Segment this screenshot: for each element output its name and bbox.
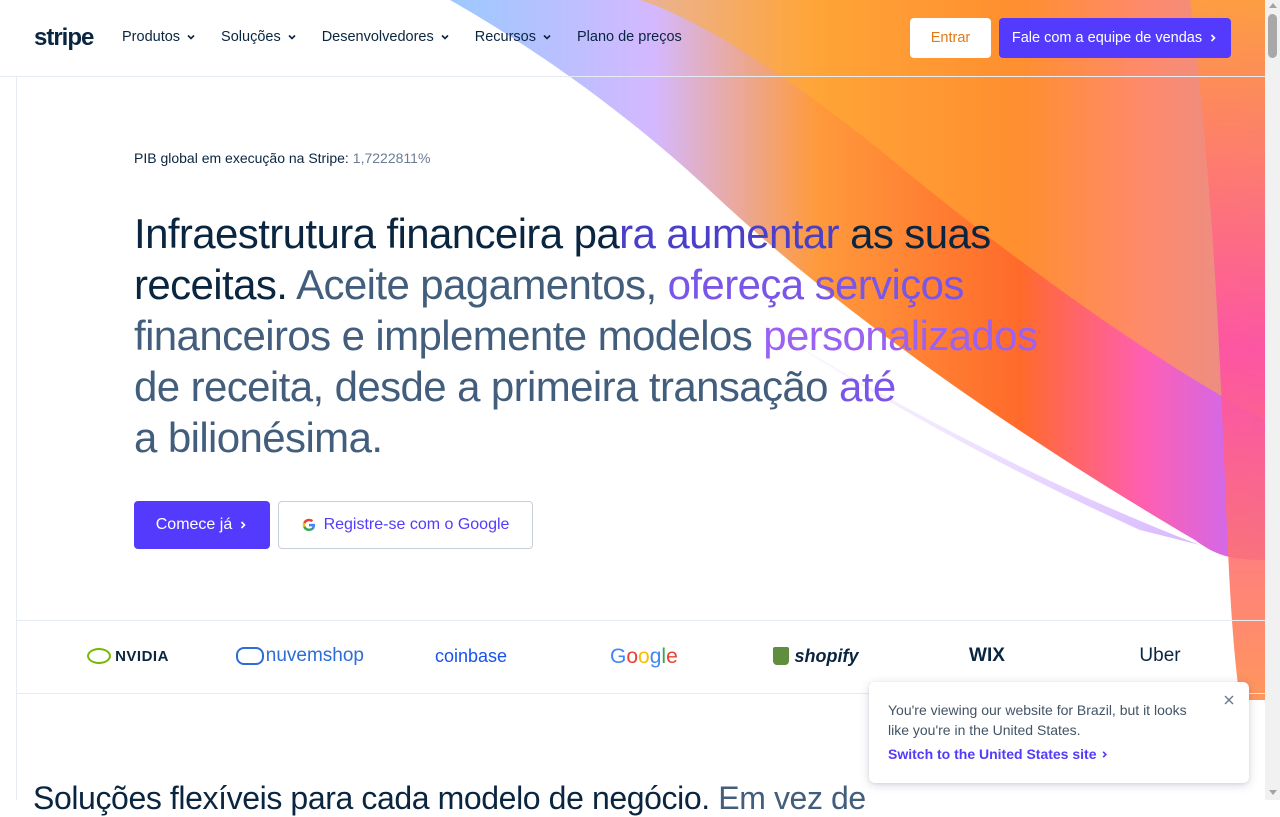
contact-sales-button-label: Fale com a equipe de vendas (1011, 30, 1203, 46)
get-started-button[interactable]: Comece já (134, 501, 270, 549)
headline-line2-c: ofereça serviços (667, 261, 965, 308)
google-logo: Google (610, 642, 678, 670)
wix-logo-text: WIX (969, 645, 1005, 666)
nav-solucoes-label: Soluções (221, 29, 281, 45)
nvidia-logo-text: NVIDIA (115, 647, 169, 665)
google-wordmark: Google (610, 645, 678, 668)
main-nav: Produtos Soluções Desenvolvedores Recurs… (122, 29, 707, 45)
headline-line4-a: de receita, desde a primeira transação (134, 363, 839, 410)
locale-popup: You're viewing our website for Brazil, b… (869, 682, 1249, 783)
headline-line4-b: até (839, 363, 896, 410)
headline-line2-a: receitas. (134, 261, 297, 308)
nav-produtos-label: Produtos (122, 29, 181, 45)
switch-site-link[interactable]: Switch to the United States site (888, 746, 1109, 762)
nav-desenvolvedores-label: Desenvolvedores (321, 29, 434, 45)
headline-line3-b: personalizados (763, 312, 1038, 359)
locale-popup-message: You're viewing our website for Brazil, b… (888, 702, 1187, 738)
uber-logo: Uber (1137, 642, 1183, 670)
scroll-down-arrow-icon[interactable] (1269, 790, 1277, 795)
nav-desenvolvedores[interactable]: Desenvolvedores (322, 29, 450, 45)
chevron-right-icon (1211, 34, 1216, 42)
close-icon[interactable] (1221, 692, 1237, 708)
nuvemshop-cloud-icon (236, 647, 264, 665)
nav-plano-de-precos[interactable]: Plano de preços (577, 29, 682, 45)
scroll-up-arrow-icon[interactable] (1269, 3, 1277, 8)
chevron-down-icon (441, 34, 449, 40)
chevron-down-icon (288, 34, 296, 40)
google-signup-button[interactable]: Registre-se com o Google (278, 501, 533, 549)
google-g-icon (302, 518, 315, 531)
headline-line1-c: as suas (850, 210, 991, 257)
contact-sales-button[interactable]: Fale com a equipe de vendas (999, 18, 1231, 58)
signin-button[interactable]: Entrar (910, 18, 991, 58)
nav-solucoes[interactable]: Soluções (221, 29, 297, 45)
shopify-logo: shopify (773, 642, 859, 670)
nvidia-eye-icon (87, 648, 112, 664)
gdp-unit: % (417, 150, 431, 166)
stripe-logo[interactable]: stripe (34, 24, 94, 52)
chevron-down-icon (187, 34, 195, 40)
scrollbar-thumb[interactable] (1268, 14, 1277, 58)
section-heading-dark: Soluções flexíveis para cada modelo de n… (33, 780, 710, 816)
wix-logo: WIX (969, 642, 1005, 670)
switch-site-link-label: Switch to the United States site (888, 746, 1097, 762)
headline-line2-b: Aceite pagamentos, (296, 261, 668, 308)
nvidia-logo: NVIDIA (86, 642, 170, 670)
header-divider (0, 76, 1265, 77)
headline-line1-b: ra aumentar (619, 210, 851, 257)
section-heading: Soluções flexíveis para cada modelo de n… (33, 780, 866, 817)
gdp-counter: PIB global em execução na Stripe: 1,72228… (134, 150, 430, 166)
page-scrollbar[interactable] (1265, 0, 1280, 800)
headline-line5: a bilionésima. (134, 414, 383, 461)
gdp-label: PIB global em execução na Stripe: (134, 150, 349, 166)
chevron-right-icon (241, 521, 246, 529)
shopify-bag-icon (773, 647, 790, 665)
section-heading-soft: Em vez de (718, 780, 866, 816)
nav-produtos[interactable]: Produtos (122, 29, 196, 45)
nav-recursos-label: Recursos (474, 29, 536, 45)
shopify-logo-text: shopify (794, 645, 859, 666)
nuvemshop-logo: nuvemshop (236, 642, 364, 670)
nav-recursos[interactable]: Recursos (475, 29, 552, 45)
chevron-down-icon (543, 34, 551, 40)
coinbase-logo: coinbase (430, 642, 512, 670)
headline-line3-a: financeiros e implemente modelos (134, 312, 764, 359)
coinbase-logo-text: coinbase (434, 645, 508, 666)
get-started-button-label: Comece já (155, 516, 233, 533)
chevron-right-icon (1102, 751, 1108, 758)
google-signup-button-label: Registre-se com o Google (323, 516, 510, 533)
site-header: stripe Produtos Soluções Desenvolvedores… (0, 0, 1265, 76)
uber-logo-text: Uber (1139, 645, 1181, 666)
headline-line1-a: Infraestrutura financeira pa (134, 210, 620, 257)
svg-text:Google: Google (610, 645, 678, 668)
signin-button-label: Entrar (930, 30, 971, 46)
gdp-value: 1,7222811 (352, 150, 418, 166)
nuvemshop-logo-text: nuvemshop (265, 645, 364, 666)
hero-headline: Infraestrutura financeira para aumentar … (134, 208, 1114, 463)
nav-plano-de-precos-label: Plano de preços (577, 29, 682, 45)
